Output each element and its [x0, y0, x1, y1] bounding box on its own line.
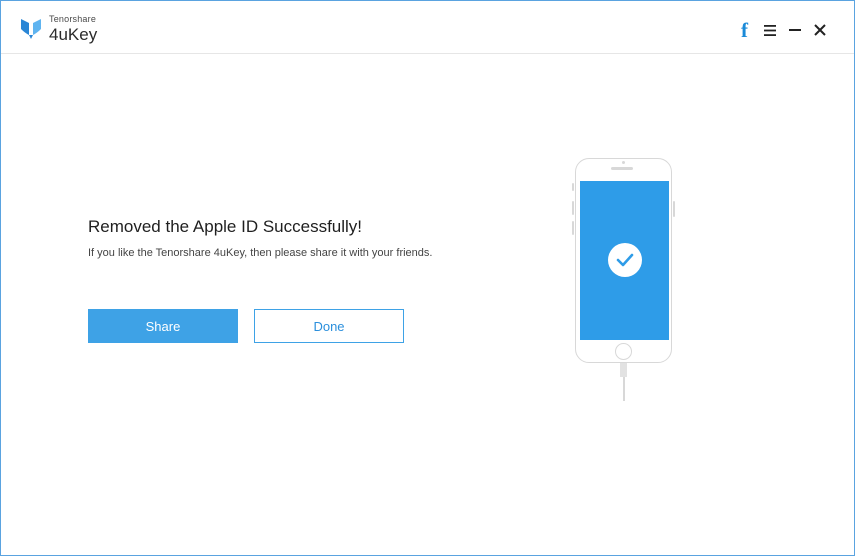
done-button[interactable]: Done — [254, 309, 404, 343]
facebook-icon[interactable]: f — [732, 18, 757, 42]
phone-side-button — [572, 221, 574, 235]
phone-illustration — [572, 158, 675, 363]
cable-plug — [620, 363, 627, 377]
brand-product: 4uKey — [49, 25, 98, 44]
share-button[interactable]: Share — [88, 309, 238, 343]
app-logo-icon — [21, 19, 41, 39]
minimize-icon[interactable] — [782, 19, 807, 41]
app-window: Tenorshare 4uKey f Removed the Apple ID … — [0, 0, 855, 556]
phone-speaker — [611, 167, 633, 170]
phone-screen — [580, 181, 669, 340]
phone-side-button — [572, 183, 574, 191]
phone-camera — [622, 161, 625, 164]
title-bar: Tenorshare 4uKey f — [1, 1, 854, 54]
phone-home-button — [615, 343, 632, 360]
checkmark-icon — [608, 243, 642, 277]
success-heading: Removed the Apple ID Successfully! — [88, 217, 363, 236]
phone-side-button — [572, 201, 574, 215]
window-controls: f — [732, 18, 832, 42]
close-icon[interactable] — [807, 19, 832, 41]
brand-company: Tenorshare — [49, 14, 97, 24]
menu-icon[interactable] — [757, 19, 782, 41]
phone-power-button — [673, 201, 675, 217]
usb-cable — [623, 377, 625, 401]
share-prompt-text: If you like the Tenorshare 4uKey, then p… — [88, 247, 433, 259]
